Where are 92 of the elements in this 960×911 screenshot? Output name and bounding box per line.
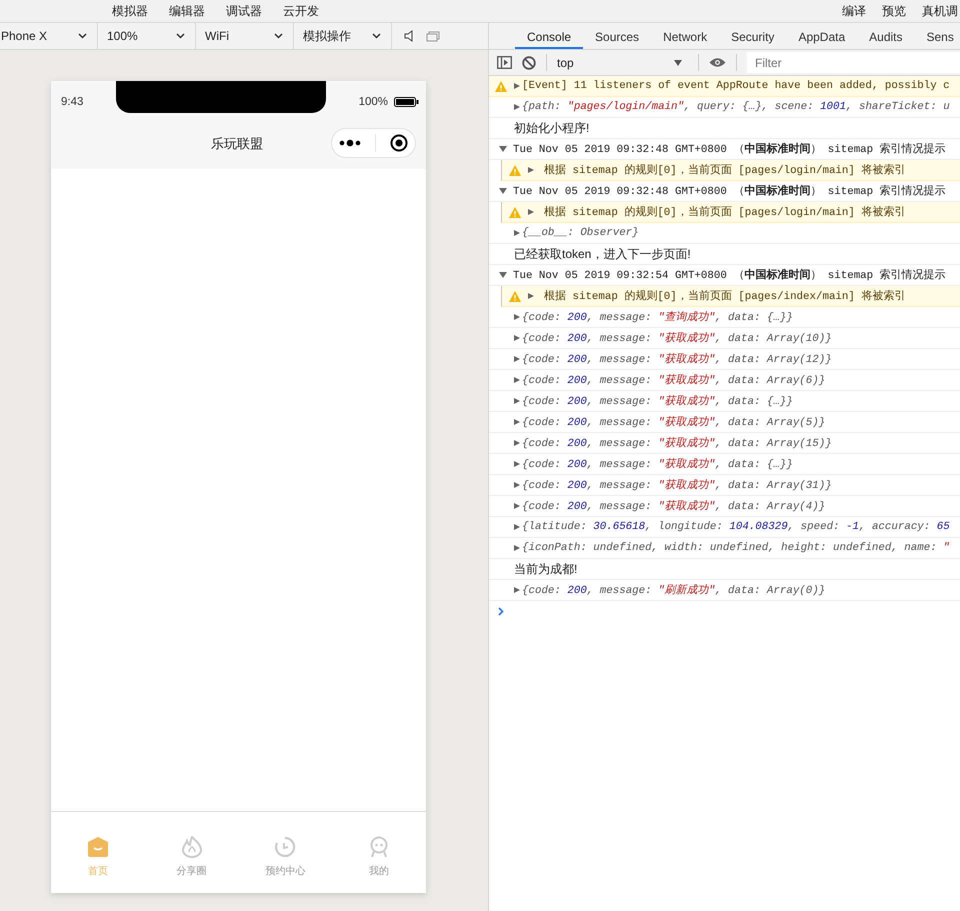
device-select[interactable]: WiFi [196,23,294,49]
filter-field[interactable]: Filter [747,52,960,73]
expand-arrow-icon[interactable] [499,272,507,278]
dropdown-icon [674,60,682,66]
console-message: {code: 200, message: "获取成功", data: Array(6)} [522,373,826,387]
group-header: Tue Nov 05 2019 09:32:48 GMT+0800 （中国标准时间） sitemap 索引情况提示 [513,184,946,198]
console-message: {iconPath: undefined, width: undefined, height: undefined, name: " [522,542,950,554]
console-message: {__ob__: Observer} [522,227,639,239]
warning-icon [509,206,521,218]
house-icon [86,836,109,858]
prompt-icon[interactable] [498,607,504,616]
expand-arrow-icon[interactable] [514,461,520,467]
expand-arrow-icon[interactable] [514,524,520,530]
battery-icon [394,97,419,107]
menu-item[interactable]: 预览 [882,2,906,20]
expand-arrow-icon[interactable] [514,419,520,425]
console-message: {code: 200, message: "获取成功", data: {…}} [522,394,793,408]
expand-arrow-icon[interactable] [514,230,520,236]
expand-arrow-icon[interactable] [514,545,520,551]
console-message: 根据 sitemap 的规则[0]，当前页面 [pages/index/main] 将被索引 [544,289,906,303]
expand-arrow-icon[interactable] [514,482,520,488]
expand-arrow-icon[interactable] [528,293,534,299]
devtools-tab[interactable]: Sens [914,23,960,49]
console-message: {code: 200, message: "获取成功", data: Array(4)} [522,499,826,513]
speaker-icon[interactable] [404,30,414,42]
warning-icon [509,290,521,302]
group-header: Tue Nov 05 2019 09:32:48 GMT+0800 （中国标准时间） sitemap 索引情况提示 [513,142,946,156]
context-select[interactable]: top [557,56,688,70]
menu-item[interactable]: 真机调 [922,2,958,20]
capsule-button[interactable] [331,128,416,158]
console-message: 根据 sitemap 的规则[0]，当前页面 [pages/login/main] 将被索引 [544,163,906,177]
window-icon[interactable] [426,30,440,42]
console-message: 当前为成都! [514,560,578,578]
clear-icon[interactable] [522,56,536,70]
more-icon[interactable] [339,139,361,147]
expand-arrow-icon[interactable] [514,104,520,110]
menu-item[interactable]: 编译 [842,2,866,20]
console-message: {code: 200, message: "获取成功", data: Array(5)} [522,415,826,429]
menu-item[interactable]: 模拟器 [112,2,148,20]
console-message: {code: 200, message: "获取成功", data: {…}} [522,457,793,471]
menu-item[interactable]: 编辑器 [169,2,205,20]
person-icon [369,836,390,858]
expand-arrow-icon[interactable] [528,167,534,173]
console-message: {path: "pages/login/main", query: {…}, scene: 1001, shareTicket: u [522,101,950,113]
device-select[interactable]: 模拟操作 [294,23,392,49]
menu-item[interactable]: 云开发 [283,2,319,20]
clock-icon [274,836,296,858]
devtools-tab[interactable]: AppData [786,23,858,49]
console-message: 初始化小程序! [514,120,590,136]
expand-arrow-icon[interactable] [514,356,520,362]
battery-level: 100% [358,96,388,108]
close-icon[interactable] [390,134,408,152]
devtools-tab[interactable]: Sources [583,23,652,49]
console-message: 根据 sitemap 的规则[0]，当前页面 [pages/login/main] 将被索引 [544,205,906,219]
device-select[interactable]: Phone X [0,23,98,49]
expand-arrow-icon[interactable] [514,398,520,404]
chevron-down-icon [78,33,87,39]
expand-arrow-icon[interactable] [499,146,507,152]
expand-arrow-icon[interactable] [499,188,507,194]
console-message: {code: 200, message: "获取成功", data: Array(10)} [522,331,832,345]
expand-arrow-icon[interactable] [514,503,520,509]
console-message: 已经获取token，进入下一步页面! [514,246,691,262]
group-header: Tue Nov 05 2019 09:32:54 GMT+0800 （中国标准时间） sitemap 索引情况提示 [513,268,946,282]
expand-arrow-icon[interactable] [514,335,520,341]
console-message: [Event] 11 listeners of event AppRoute have been added, possibly c [522,80,950,92]
expand-arrow-icon[interactable] [514,587,520,593]
console-message: {code: 200, message: "获取成功", data: Array(31)} [522,478,832,492]
console-message: {code: 200, message: "获取成功", data: Array(15)} [522,436,832,450]
status-time: 9:43 [61,96,84,108]
devtools-tab[interactable]: Audits [857,23,914,49]
expand-arrow-icon[interactable] [528,209,534,215]
sidebar-icon[interactable] [497,56,512,69]
chevron-down-icon [274,33,283,39]
expand-arrow-icon[interactable] [514,377,520,383]
devtools-tab[interactable]: Network [651,23,720,49]
warning-icon [509,164,521,176]
devtools-tab[interactable]: Security [719,23,786,49]
menu-item[interactable]: 调试器 [226,2,262,20]
expand-arrow-icon[interactable] [514,440,520,446]
chevron-down-icon [372,33,381,39]
console-message: {code: 200, message: "获取成功", data: Array(12)} [522,352,832,366]
chevron-down-icon [176,33,185,39]
flame-icon [180,836,203,858]
console-message: {code: 200, message: "刷新成功", data: Array(0)} [522,583,826,597]
device-select[interactable]: 100% [98,23,196,49]
eye-icon[interactable] [709,57,726,68]
warning-icon [495,80,507,92]
expand-arrow-icon[interactable] [514,83,520,89]
console-message: {latitude: 30.65618, longitude: 104.08329, speed: -1, accuracy: 65 [522,521,950,533]
page-title: 乐玩联盟 [211,135,263,153]
expand-arrow-icon[interactable] [514,314,520,320]
console-message: {code: 200, message: "查询成功", data: {…}} [522,310,793,324]
